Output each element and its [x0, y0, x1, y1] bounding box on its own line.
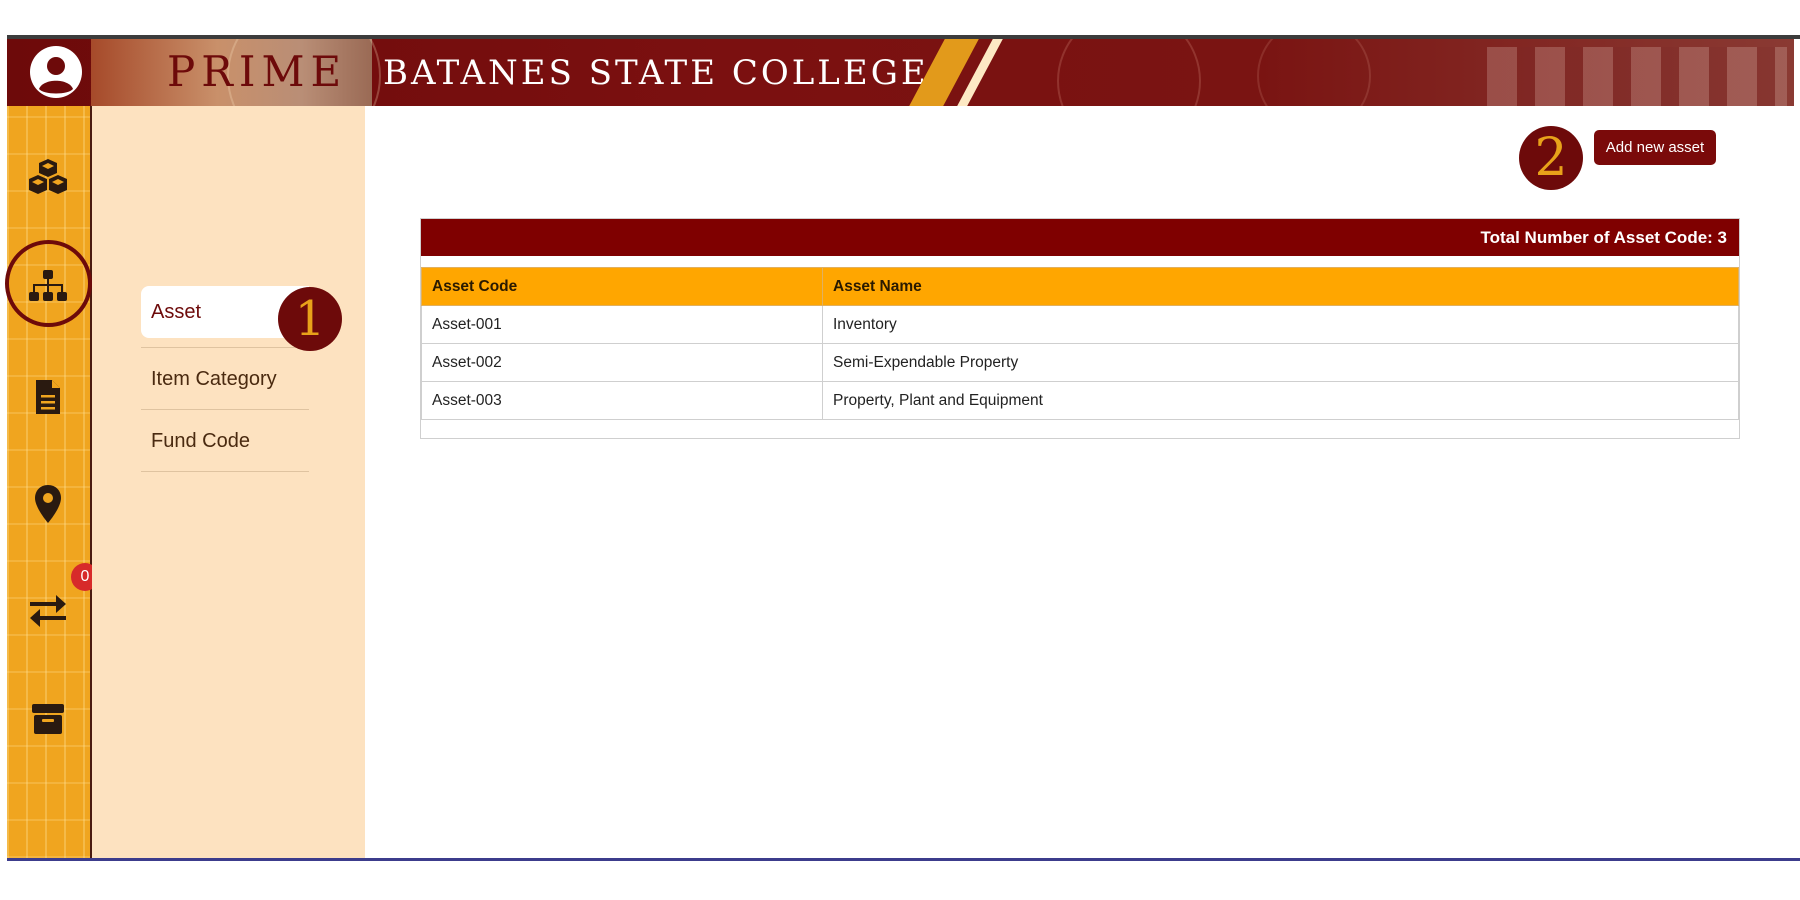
submenu-item-item-category[interactable]: Item Category — [141, 353, 309, 405]
user-avatar-icon[interactable] — [29, 45, 83, 99]
cubes-icon[interactable] — [25, 153, 71, 199]
transfer-arrows-icon[interactable] — [25, 588, 71, 634]
asset-name-cell: Semi-Expendable Property — [822, 343, 1739, 382]
seal-decoration — [1057, 39, 1201, 106]
divider — [141, 347, 309, 348]
table-row[interactable]: Asset-001 Inventory — [421, 305, 1739, 344]
add-new-asset-button[interactable]: Add new asset — [1594, 130, 1716, 165]
table-header-row: Asset Code Asset Name — [421, 267, 1739, 306]
divider — [141, 471, 309, 472]
window-bottom-border — [7, 858, 1800, 861]
table-row[interactable]: Asset-003 Property, Plant and Equipment — [421, 381, 1739, 420]
app-header: PRIME BATANES STATE COLLEGE — [7, 39, 1794, 106]
step-marker-2: 2 — [1519, 126, 1583, 190]
icon-rail — [7, 106, 92, 858]
asset-code-cell: Asset-001 — [421, 305, 823, 344]
asset-table-card: Total Number of Asset Code: 3 Asset Code… — [420, 218, 1740, 439]
location-pin-icon[interactable] — [25, 481, 71, 527]
asset-name-cell: Property, Plant and Equipment — [822, 381, 1739, 420]
prime-logo: PRIME — [167, 47, 348, 96]
asset-code-cell: Asset-003 — [421, 381, 823, 420]
asset-table: Asset Code Asset Name Asset-001 Inventor… — [421, 267, 1739, 420]
step-marker-1: 1 — [278, 287, 342, 351]
asset-code-cell: Asset-002 — [421, 343, 823, 382]
seal-decoration — [1257, 39, 1371, 106]
submenu-panel: Asset Item Category Fund Code — [92, 106, 365, 858]
divider — [141, 409, 309, 410]
document-icon[interactable] — [25, 374, 71, 420]
college-title: BATANES STATE COLLEGE — [383, 53, 929, 93]
building-photo-decoration — [1487, 47, 1787, 106]
asset-name-cell: Inventory — [822, 305, 1739, 344]
archive-box-icon[interactable] — [25, 696, 71, 742]
active-highlight-ring — [5, 240, 92, 327]
submenu-item-fund-code[interactable]: Fund Code — [141, 415, 309, 467]
column-header-asset-name: Asset Name — [822, 267, 1739, 306]
total-asset-count: Total Number of Asset Code: 3 — [421, 219, 1739, 256]
table-row[interactable]: Asset-002 Semi-Expendable Property — [421, 343, 1739, 382]
column-header-asset-code: Asset Code — [421, 267, 823, 306]
